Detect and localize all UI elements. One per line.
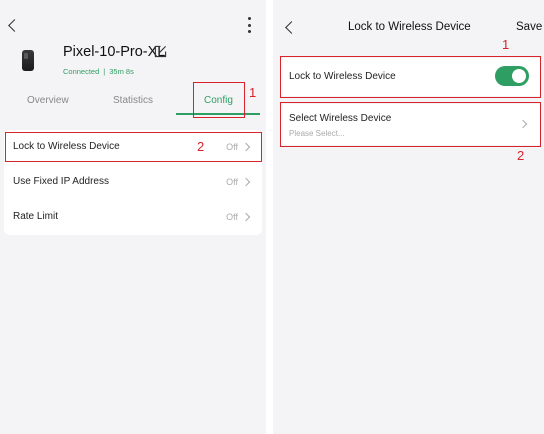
phone-icon	[22, 50, 34, 71]
annotation-box-select-device	[280, 102, 541, 147]
annotation-number: 2	[197, 139, 205, 154]
annotation-box-config-tab	[193, 82, 245, 118]
status-separator: |	[103, 67, 106, 76]
connection-duration: 35m 8s	[109, 67, 134, 76]
chevron-right-icon	[241, 177, 251, 187]
config-row-fixed-ip[interactable]: Use Fixed IP Address Off	[4, 165, 262, 200]
annotation-box-lock-toggle	[280, 56, 541, 98]
config-row-value: Off	[226, 212, 238, 222]
annotation-box-lock-row	[5, 132, 262, 162]
tab-statistics[interactable]: Statistics	[113, 95, 153, 106]
connection-status: Connected | 35m 8s	[63, 67, 134, 76]
annotation-number: 2	[517, 148, 525, 163]
config-row-value: Off	[226, 177, 238, 187]
config-row-label: Use Fixed IP Address	[13, 176, 109, 187]
annotation-number: 1	[502, 37, 510, 52]
chevron-right-icon	[241, 212, 251, 222]
more-vertical-icon[interactable]	[246, 17, 252, 33]
save-button[interactable]: Save	[516, 21, 542, 33]
config-row-rate-limit[interactable]: Rate Limit Off	[4, 200, 262, 235]
device-name: Pixel-10-Pro-XL	[63, 44, 166, 60]
config-row-label: Rate Limit	[13, 211, 59, 222]
tab-overview[interactable]: Overview	[27, 95, 69, 106]
page-title: Lock to Wireless Device	[348, 21, 471, 33]
edit-icon[interactable]	[154, 45, 167, 58]
annotation-number: 1	[249, 85, 257, 100]
connection-state: Connected	[63, 67, 100, 76]
